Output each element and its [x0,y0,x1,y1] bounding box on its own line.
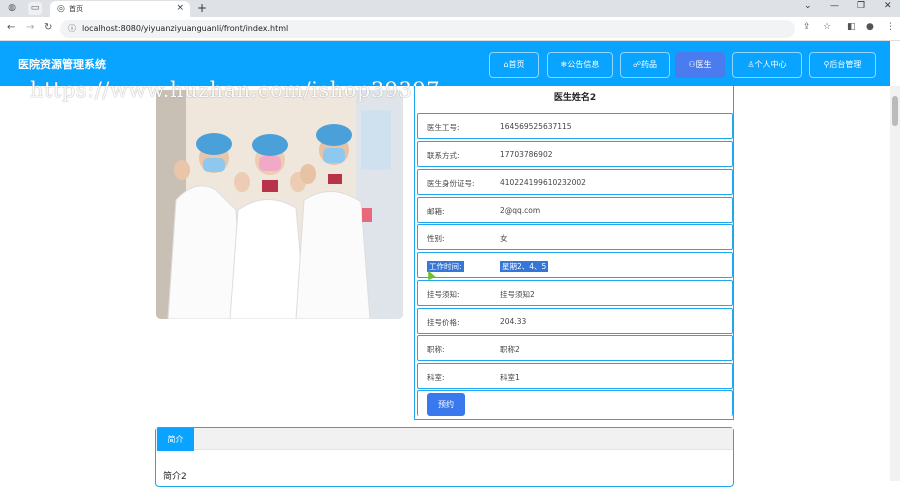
address-field[interactable]: ⓘ localhost:8080/yiyuanziyuanguanli/fron… [60,20,795,38]
info-label: 挂号须知: [427,290,460,299]
info-row: 联系方式: 17703786902 [417,141,733,167]
menu-label: 首页 [508,60,525,69]
address-bar-row: ← → ↻ ⓘ localhost:8080/yiyuanziyuanguanl… [0,17,900,41]
browser-more-icon[interactable]: ⋮ [886,22,895,32]
reload-icon[interactable]: ↻ [44,22,52,33]
menu-label: 后台管理 [829,60,862,69]
info-row: 医生身份证号: 410224199610232002 [417,169,733,195]
info-value: 科室1 [500,373,520,382]
info-value: 410224199610232002 [500,178,586,187]
info-row: 职称: 职称2 [417,335,733,361]
site-info-icon[interactable]: ⓘ [68,23,76,34]
bookmark-star-icon[interactable]: ☆ [823,22,831,32]
tab-intro[interactable]: 简介 [157,428,194,451]
info-label: 医生工号: [427,123,460,132]
tab-title: 首页 [69,5,83,13]
share-icon[interactable]: ⇪ [803,22,811,32]
menu-home[interactable]: ⌂首页 [489,52,539,78]
info-label: 职称: [427,345,445,354]
tab-close-icon[interactable]: × [176,3,184,13]
menu-doctor[interactable]: ⚇医生 [675,52,725,78]
tab-favicon-icon: ◎ [57,4,65,14]
browser-tab-bar: ◍ ▭ ◎ 首页 × + ⌄ — ❐ ✕ [0,0,900,17]
side-panel-icon[interactable]: ◧ [847,22,856,32]
profile-avatar-icon[interactable]: ● [866,22,874,32]
info-label: 联系方式: [427,151,460,160]
scrollbar-thumb[interactable] [892,96,898,126]
info-label: 科室: [427,373,445,382]
inactive-tab-icon[interactable]: ▭ [28,2,42,15]
forward-icon[interactable]: → [26,22,34,33]
info-label: 邮箱: [427,207,445,216]
user-icon: ♙ [747,60,755,69]
menu-medicine[interactable]: ☍药品 [620,52,670,78]
doctor-info-table: 医生姓名2 医生工号: 164569525637115 联系方式: 17703786… [414,86,734,420]
restore-icon[interactable]: ❐ [857,1,865,11]
minimize-icon[interactable]: — [830,1,839,11]
info-row: 邮箱: 2@qq.com [417,197,733,223]
info-row: 科室: 科室1 [417,363,733,389]
info-value: 204.33 [500,317,527,326]
tab-search-icon[interactable]: ⌄ [804,1,812,11]
intro-tab-bar: 简介 [156,428,733,451]
menu-notices[interactable]: ❄公告信息 [547,52,613,78]
browser-menu-icon[interactable]: ◍ [5,2,19,15]
url-text: localhost:8080/yiyuanziyuanguanli/front/… [82,24,289,33]
info-label: 医生身份证号: [427,179,475,188]
info-value: 164569525637115 [500,122,572,131]
info-value: 星期2、4、5 [500,261,549,272]
info-row: 挂号须知: 挂号须知2 [417,280,733,306]
browser-tab-active[interactable]: ◎ 首页 × [50,1,190,17]
menu-personal-center[interactable]: ♙个人中心 [732,52,802,78]
menu-label: 公告信息 [567,60,600,69]
info-row: 医生工号: 164569525637115 [417,113,733,139]
menu-admin[interactable]: ⚲后台管理 [809,52,876,78]
doctor-name: 医生姓名2 [553,93,597,103]
info-label: 挂号价格: [427,318,460,327]
info-value: 职称2 [500,345,520,354]
new-tab-icon[interactable]: + [197,0,207,16]
book-appointment-button[interactable]: 预约 [427,393,465,416]
back-icon[interactable]: ← [7,22,15,33]
doctor-photo [156,90,403,319]
info-value: 17703786902 [500,150,553,159]
info-value: 女 [500,234,508,243]
info-row: 工作时间: 星期2、4、5 [417,252,733,278]
watermark-text: https://www.huzhan.com/ishop39397 [30,78,441,102]
info-value: 2@qq.com [500,206,541,215]
intro-panel: 简介 简介2 [155,427,734,487]
info-label: 性别: [427,234,445,243]
window-close-icon[interactable]: ✕ [884,1,892,11]
page-scrollbar[interactable] [890,86,900,481]
info-row: 挂号价格: 204.33 [417,308,733,334]
menu-label: 医生 [695,60,712,69]
intro-text: 简介2 [163,472,187,482]
doctor-icon: ⚇ [688,60,696,69]
menu-label: 药品 [641,60,658,69]
info-value: 挂号须知2 [500,290,535,299]
info-row: 性别: 女 [417,224,733,250]
site-brand: 医院资源管理系统 [18,58,106,71]
menu-label: 个人中心 [754,60,787,69]
pill-icon: ☍ [632,60,642,69]
